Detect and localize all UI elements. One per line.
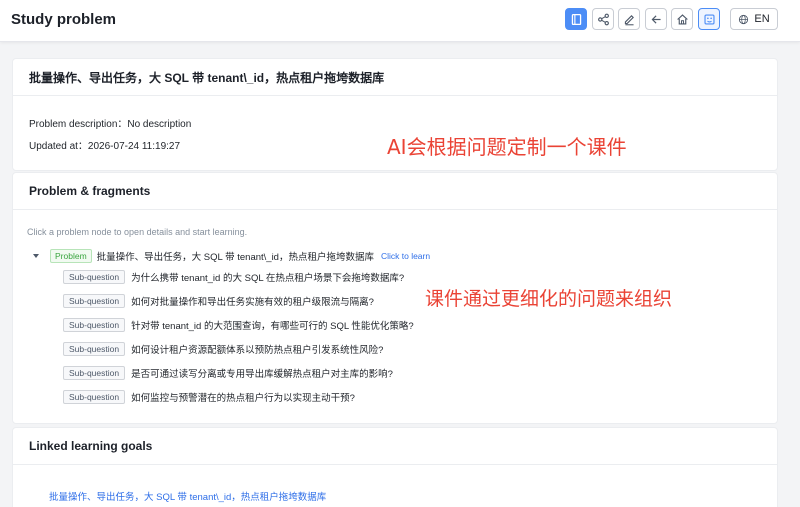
book-button[interactable] (565, 8, 587, 30)
updated-at: Updated at：2026-07-24 11:19:27 (29, 141, 181, 152)
sub-question-item[interactable]: Sub-question 如何对批量操作和导出任务实施有效的租户级限流与隔离? (63, 293, 374, 309)
home-button[interactable] (671, 8, 693, 30)
sub-question-text[interactable]: 如何对批量操作和导出任务实施有效的租户级限流与隔离? (131, 294, 374, 308)
problem-title: 批量操作、导出任务，大 SQL 带 tenant\_id，热点租户拖垮数据库 (13, 59, 777, 96)
click-to-learn-link[interactable]: Click to learn (381, 251, 430, 261)
back-button[interactable] (645, 8, 667, 30)
home-icon (676, 13, 688, 25)
edit-icon (624, 14, 634, 25)
sub-question-item[interactable]: Sub-question 如何设计租户资源配额体系以预防热点租户引发系统性风险? (63, 341, 383, 357)
board-icon (703, 13, 715, 25)
sub-question-text[interactable]: 如何设计租户资源配额体系以预防热点租户引发系统性风险? (131, 342, 383, 356)
language-switch-button[interactable]: EN (730, 8, 778, 30)
learning-goal-link[interactable]: 批量操作、导出任务，大 SQL 带 tenant\_id，热点租户拖垮数据库 (49, 489, 326, 503)
problem-description: Problem description：No description (29, 119, 192, 130)
language-label: EN (754, 13, 770, 25)
learning-goals-title: Linked learning goals (13, 428, 777, 465)
problem-node-text[interactable]: 批量操作、导出任务，大 SQL 带 tenant\_id，热点租户拖垮数据库 (97, 249, 374, 263)
annotation-courseware: AI会根据问题定制一个课件 (387, 135, 627, 159)
sub-question-text[interactable]: 为什么携带 tenant_id 的大 SQL 在热点租户场景下会拖垮数据库? (131, 270, 404, 284)
book-icon (571, 13, 581, 25)
collapse-caret-icon[interactable] (33, 254, 39, 258)
sub-question-text[interactable]: 针对带 tenant_id 的大范围查询，有哪些可行的 SQL 性能优化策略? (131, 318, 414, 332)
share-icon (597, 13, 609, 25)
problem-overview-card: 批量操作、导出任务，大 SQL 带 tenant\_id，热点租户拖垮数据库 P… (12, 58, 778, 171)
annotation-fragments: 课件通过更细化的问题来组织 (425, 288, 673, 310)
sub-question-tag: Sub-question (63, 270, 126, 284)
board-button[interactable] (698, 8, 720, 30)
edit-button[interactable] (618, 8, 640, 30)
problem-tag: Problem (50, 249, 92, 263)
globe-icon (739, 14, 749, 24)
sub-question-item[interactable]: Sub-question 是否可通过读写分离或专用导出库缓解热点租户对主库的影响… (63, 365, 393, 381)
sub-question-tag: Sub-question (63, 390, 126, 404)
share-button[interactable] (592, 8, 614, 30)
fragments-hint: Click a problem node to open details and… (27, 227, 248, 237)
learning-goals-card: Linked learning goals 批量操作、导出任务，大 SQL 带 … (12, 427, 778, 507)
problem-node[interactable]: Problem 批量操作、导出任务，大 SQL 带 tenant\_id，热点租… (33, 248, 430, 264)
sub-question-tag: Sub-question (63, 294, 126, 308)
fragments-title: Problem & fragments (13, 173, 777, 210)
sub-question-item[interactable]: Sub-question 如何监控与预警潜在的热点租户行为以实现主动干预? (63, 389, 355, 405)
sub-question-tag: Sub-question (63, 318, 126, 332)
page-title: Study problem (11, 11, 117, 28)
sub-question-text[interactable]: 如何监控与预警潜在的热点租户行为以实现主动干预? (131, 390, 355, 404)
sub-question-item[interactable]: Sub-question 为什么携带 tenant_id 的大 SQL 在热点租… (63, 269, 404, 285)
sub-question-text[interactable]: 是否可通过读写分离或专用导出库缓解热点租户对主库的影响? (131, 366, 393, 380)
sub-question-item[interactable]: Sub-question 针对带 tenant_id 的大范围查询，有哪些可行的… (63, 317, 414, 333)
sub-question-tag: Sub-question (63, 342, 126, 356)
problem-fragments-card: Problem & fragments Click a problem node… (12, 172, 778, 424)
sub-question-tag: Sub-question (63, 366, 126, 380)
top-bar: Study problem EN (0, 0, 800, 42)
back-arrow-icon (651, 14, 661, 24)
